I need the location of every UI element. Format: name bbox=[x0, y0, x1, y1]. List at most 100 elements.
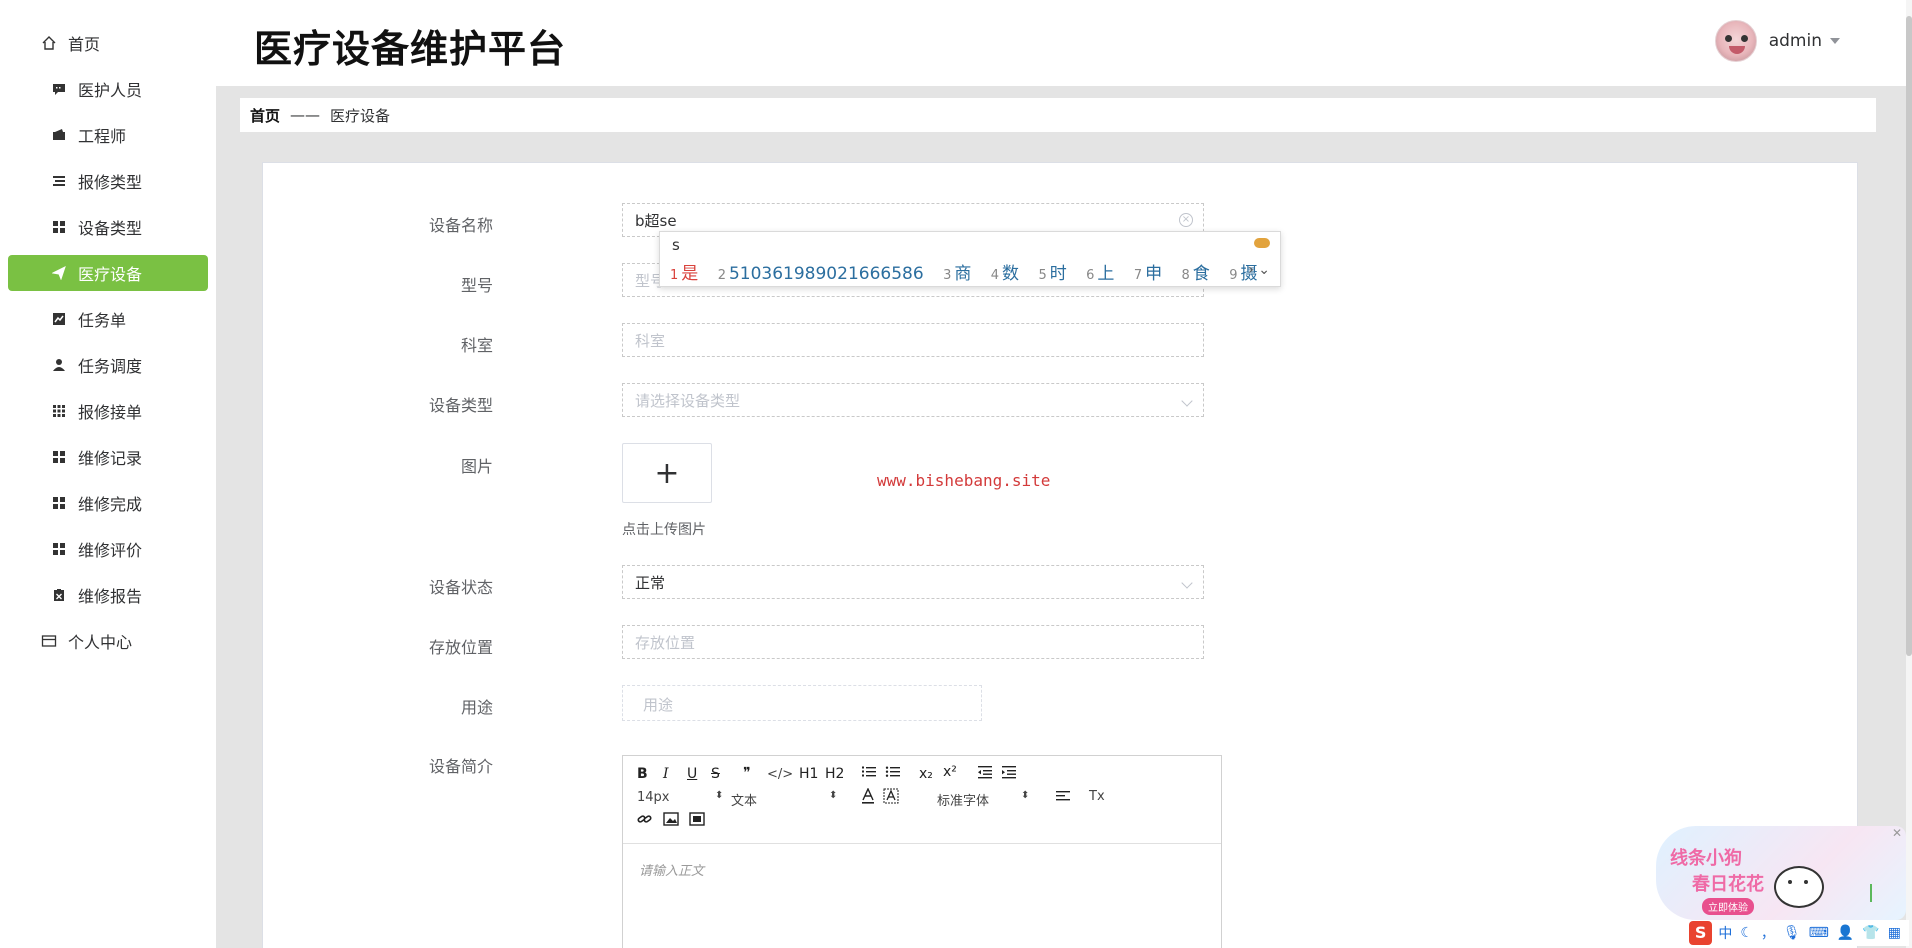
strike-button[interactable]: S bbox=[711, 766, 720, 782]
link-icon[interactable] bbox=[637, 812, 653, 830]
sidebar-item-profile[interactable]: 个人中心 bbox=[8, 623, 208, 659]
ime-composition: s bbox=[672, 236, 680, 254]
shirt-icon[interactable]: 👕 bbox=[1862, 925, 1879, 941]
background-color-icon[interactable] bbox=[883, 788, 899, 808]
breadcrumb-separator: —— bbox=[290, 106, 321, 124]
breadcrumb-home[interactable]: 首页 bbox=[250, 105, 280, 126]
intro-label: 设备简介 bbox=[428, 757, 493, 776]
ad-line-2: 春日花花 bbox=[1692, 874, 1764, 895]
align-left-icon[interactable] bbox=[1055, 790, 1071, 808]
home-icon bbox=[40, 34, 58, 52]
sidebar-item-device-type[interactable]: 设备类型 bbox=[8, 209, 208, 245]
sidebar-item-repair-report[interactable]: 维修报告 bbox=[8, 577, 208, 613]
ime-candidate[interactable]: 8食 bbox=[1182, 259, 1210, 284]
device-name-label: 设备名称 bbox=[428, 216, 493, 235]
bullet-list-icon[interactable] bbox=[885, 765, 901, 783]
ime-candidate[interactable]: 1是 bbox=[670, 259, 698, 284]
text-style-select[interactable]: 文本 bbox=[731, 790, 757, 809]
sidebar-item-repair-accept[interactable]: 报修接单 bbox=[8, 393, 208, 429]
sprout-icon bbox=[1870, 884, 1886, 902]
user-icon[interactable]: 👤 bbox=[1837, 925, 1854, 941]
sidebar-item-repair-review[interactable]: 维修评价 bbox=[8, 531, 208, 567]
close-icon[interactable]: ✕ bbox=[1892, 826, 1902, 840]
font-color-icon[interactable] bbox=[861, 787, 875, 808]
ime-candidate[interactable]: 5时 bbox=[1038, 259, 1066, 284]
sidebar-item-home[interactable]: 首页 bbox=[8, 25, 208, 61]
model-label: 型号 bbox=[460, 276, 493, 295]
ad-try-button[interactable]: 立即体验 bbox=[1702, 898, 1754, 915]
ime-candidate[interactable]: 2 510361989021666586 bbox=[718, 264, 924, 284]
toolbox-icon[interactable]: ▦ bbox=[1888, 925, 1901, 941]
page-scrollbar[interactable] bbox=[1906, 0, 1912, 948]
department-label: 科室 bbox=[460, 336, 493, 355]
sidebar-item-label: 首页 bbox=[68, 35, 101, 54]
font-family-select[interactable]: 标准字体 bbox=[937, 790, 989, 809]
username[interactable]: admin bbox=[1769, 31, 1822, 51]
grid-icon bbox=[50, 540, 68, 558]
keyboard-icon[interactable]: ⌨ bbox=[1809, 925, 1829, 941]
subscript-button[interactable]: x₂ bbox=[919, 766, 933, 782]
status-label: 设备状态 bbox=[428, 578, 493, 597]
sidebar-item-engineer[interactable]: 工程师 bbox=[8, 117, 208, 153]
moon-icon[interactable]: ☾ bbox=[1740, 925, 1753, 941]
avatar[interactable] bbox=[1714, 20, 1757, 62]
user-menu[interactable]: admin bbox=[1714, 20, 1840, 62]
sidebar-item-label: 维修记录 bbox=[78, 449, 143, 468]
code-block-button[interactable]: </> bbox=[767, 767, 793, 782]
device-type-label: 设备类型 bbox=[428, 396, 493, 415]
font-size-select[interactable]: 14px bbox=[637, 790, 670, 805]
ime-candidate[interactable]: 7申 bbox=[1134, 259, 1162, 284]
upload-tip: 点击上传图片 bbox=[622, 522, 706, 538]
underline-button[interactable]: U bbox=[687, 766, 697, 782]
usage-label: 用途 bbox=[460, 698, 493, 717]
ime-next-page-button[interactable]: › ⌄ bbox=[1248, 262, 1270, 278]
clear-format-button[interactable]: Tx bbox=[1089, 789, 1105, 804]
location-input[interactable]: 存放位置 bbox=[622, 625, 1204, 659]
ime-candidate[interactable]: 6上 bbox=[1086, 259, 1114, 284]
image-upload-button[interactable]: + bbox=[622, 443, 712, 503]
caret-down-icon[interactable] bbox=[1830, 38, 1840, 44]
italic-button[interactable]: I bbox=[663, 766, 669, 782]
floating-ad-widget[interactable]: ✕ 线条小狗 春日花花 立即体验 bbox=[1656, 826, 1906, 920]
microphone-icon[interactable]: 🎙 bbox=[1783, 925, 1801, 941]
chevron-down-icon bbox=[1181, 395, 1193, 407]
ime-candidate[interactable]: 3商 bbox=[943, 259, 971, 284]
grid-icon bbox=[50, 494, 68, 512]
superscript-button[interactable]: x² bbox=[943, 764, 957, 780]
font-size-spinner-icon: ⬍ bbox=[715, 790, 724, 801]
sidebar-item-repair-type[interactable]: 报修类型 bbox=[8, 163, 208, 199]
sidebar-item-task-order[interactable]: 任务单 bbox=[8, 301, 208, 337]
clear-icon[interactable]: × bbox=[1179, 213, 1193, 227]
indent-icon[interactable] bbox=[1001, 765, 1017, 783]
sidebar-item-label: 维修完成 bbox=[78, 495, 143, 514]
sidebar-item-label: 报修接单 bbox=[78, 403, 143, 422]
sidebar-item-task-dispatch[interactable]: 任务调度 bbox=[8, 347, 208, 383]
punctuation-toggle[interactable]: ， bbox=[1761, 923, 1775, 943]
sogou-logo-icon[interactable]: S bbox=[1689, 921, 1713, 945]
breadcrumb-current: 医疗设备 bbox=[330, 106, 391, 125]
bold-button[interactable]: B bbox=[637, 766, 648, 782]
video-icon[interactable] bbox=[689, 812, 705, 830]
ordered-list-icon[interactable] bbox=[861, 765, 877, 783]
scrollbar-thumb[interactable] bbox=[1906, 16, 1912, 656]
font-family-spinner-icon: ⬍ bbox=[1021, 790, 1030, 801]
ime-candidate[interactable]: 4数 bbox=[991, 259, 1019, 284]
ime-language-toggle[interactable]: 中 bbox=[1718, 923, 1732, 943]
outdent-icon[interactable] bbox=[977, 765, 993, 783]
sidebar-item-repair-complete[interactable]: 维修完成 bbox=[8, 485, 208, 521]
sidebar-item-medical-staff[interactable]: 医护人员 bbox=[8, 71, 208, 107]
usage-textarea[interactable]: 用途 bbox=[622, 685, 982, 721]
ime-skin-icon[interactable] bbox=[1254, 238, 1270, 248]
blockquote-button[interactable]: ❞ bbox=[743, 765, 751, 781]
status-select[interactable]: 正常 bbox=[622, 565, 1204, 599]
heading2-button[interactable]: H2 bbox=[825, 766, 844, 782]
sidebar-item-repair-record[interactable]: 维修记录 bbox=[8, 439, 208, 475]
list-icon bbox=[50, 172, 68, 190]
sidebar-item-medical-device[interactable]: 医疗设备 bbox=[8, 255, 208, 291]
clipboard-icon bbox=[50, 586, 68, 604]
device-type-select[interactable]: 请选择设备类型 bbox=[622, 383, 1204, 417]
user-icon bbox=[50, 356, 68, 374]
image-icon[interactable] bbox=[663, 812, 679, 830]
heading1-button[interactable]: H1 bbox=[799, 766, 818, 782]
department-input[interactable]: 科室 bbox=[622, 323, 1204, 357]
